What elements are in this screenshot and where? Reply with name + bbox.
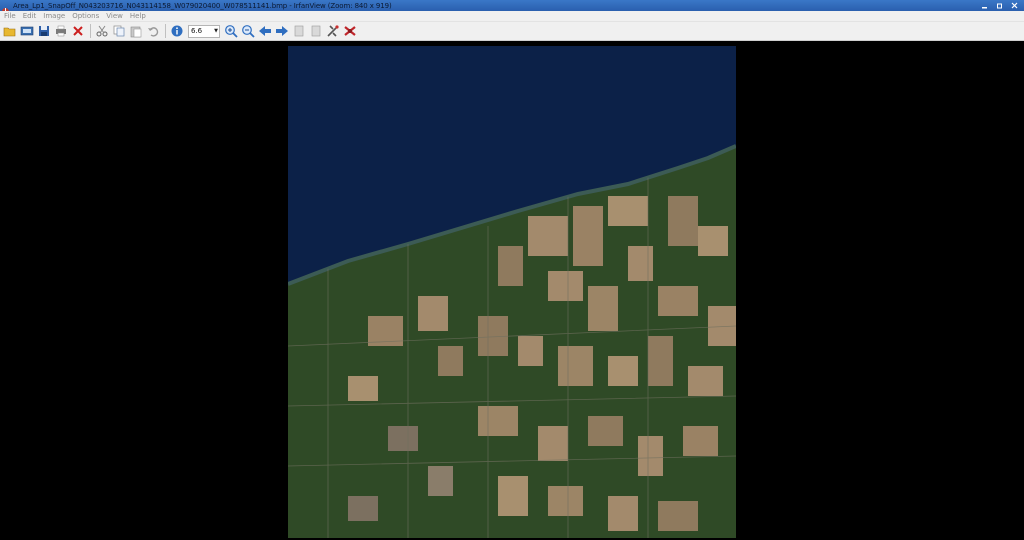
close-icon[interactable] [1008, 1, 1021, 10]
settings-icon[interactable] [325, 23, 341, 39]
last-page-icon[interactable] [308, 23, 324, 39]
open-folder-icon[interactable] [2, 23, 18, 39]
exit-icon[interactable] [342, 23, 358, 39]
menu-options[interactable]: Options [68, 12, 102, 20]
first-page-icon[interactable] [291, 23, 307, 39]
title-bar: Area_Lp1_SnapOff_N043203716_N043114158_W… [0, 0, 1024, 15]
next-icon[interactable] [274, 23, 290, 39]
chevron-down-icon[interactable]: ▼ [214, 28, 219, 34]
info-icon[interactable] [169, 23, 185, 39]
print-icon[interactable] [53, 23, 69, 39]
zoom-dropdown[interactable]: 6.6 ▼ [188, 24, 220, 38]
zoom-out-icon[interactable] [240, 23, 256, 39]
toolbar: 6.6 ▼ [0, 22, 1024, 41]
previous-icon[interactable] [257, 23, 273, 39]
zoom-value: 6.6 [191, 27, 203, 35]
minimize-icon[interactable] [978, 1, 991, 10]
slideshow-icon[interactable] [19, 23, 35, 39]
menu-help[interactable]: Help [126, 12, 149, 20]
zoom-in-icon[interactable] [223, 23, 239, 39]
restore-icon[interactable] [993, 1, 1006, 10]
menu-image[interactable]: Image [39, 12, 68, 20]
toolbar-separator [165, 24, 166, 38]
save-icon[interactable] [36, 23, 52, 39]
delete-icon[interactable] [70, 23, 86, 39]
menu-view[interactable]: View [102, 12, 126, 20]
satellite-image [288, 46, 736, 538]
window-controls [978, 0, 1021, 11]
menu-edit[interactable]: Edit [19, 12, 40, 20]
undo-icon[interactable] [145, 23, 161, 39]
menu-bar: File Edit Image Options View Help [0, 11, 1024, 22]
irfanview-icon [1, 1, 10, 15]
menu-file[interactable]: File [0, 12, 19, 20]
toolbar-separator [90, 24, 91, 38]
window-title: Area_Lp1_SnapOff_N043203716_N043114158_W… [13, 1, 392, 10]
image-viewport[interactable] [0, 42, 1024, 540]
copy-icon[interactable] [111, 23, 127, 39]
cut-icon[interactable] [94, 23, 110, 39]
paste-icon[interactable] [128, 23, 144, 39]
